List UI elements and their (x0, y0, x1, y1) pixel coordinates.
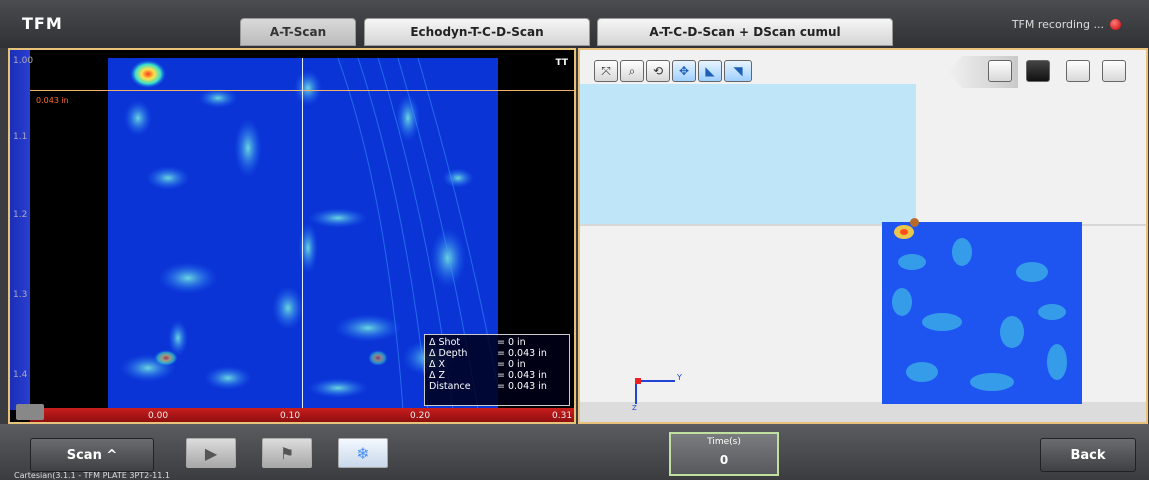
h-ruler-tick: 0.20 (410, 411, 431, 421)
record-button[interactable]: ⚑ (262, 438, 312, 468)
tab-a-t-c-d-scan-dscan-cumul[interactable]: A-T-C-D-Scan + DScan cumul (597, 18, 893, 46)
settings-corner-button[interactable] (16, 404, 44, 420)
vertical-ruler: 1.00 1.1 1.2 1.3 1.4 (10, 50, 34, 410)
file-path: Cartesian(3.1.1 - TFM PLATE 3PT2-11.1 (14, 471, 170, 480)
zoom-icon[interactable]: ⌕ (620, 60, 644, 82)
bottom-bar: Scan ^ ▶ ⚑ ❄ Time(s) 0 Back Cartesian(3.… (0, 424, 1149, 480)
recording-status-text: TFM recording ... (1011, 18, 1104, 31)
play-button[interactable]: ▶ (186, 438, 236, 468)
v-ruler-tick: 1.00 (13, 56, 34, 66)
h-ruler-tick: 0.00 (148, 411, 169, 421)
record-indicator-icon[interactable] (1110, 19, 1121, 30)
measure-row: Δ Depth = 0.043 in (429, 348, 565, 359)
v-ruler-tick: 1.2 (13, 210, 28, 220)
measure-value: = 0.043 in (497, 348, 547, 359)
measure-key: Δ X (429, 359, 446, 370)
view-tag: TT (555, 58, 569, 68)
freeze-button[interactable]: ❄ (338, 438, 388, 468)
measure-value: = 0.043 in (497, 370, 547, 381)
measure-value: = 0.043 in (497, 381, 547, 392)
layout-dark-icon[interactable] (1026, 60, 1050, 82)
time-display: Time(s) 0 (669, 432, 779, 476)
v-ruler-tick: 1.4 (13, 370, 28, 380)
view-side-icon[interactable]: ◣ (698, 60, 722, 82)
measure-row: Distance = 0.043 in (429, 381, 565, 392)
cursor-line-vertical[interactable] (302, 58, 303, 410)
view-top-icon[interactable]: ◥ (724, 60, 752, 82)
fit-icon[interactable]: ⤧ (594, 60, 618, 82)
measure-key: Δ Shot (429, 337, 461, 348)
measure-value: = 0 in (497, 359, 526, 370)
app-title: TFM (22, 14, 63, 33)
c-d-scan-view[interactable]: ⤧ ⌕ ⟲ ✥ ◣ ◥ Y Z (578, 48, 1148, 424)
part-top-region (580, 84, 916, 224)
measure-key: Δ Z (429, 370, 446, 381)
h-ruler-tick: 0.31 (552, 411, 573, 421)
measure-key: Δ Depth (429, 348, 468, 359)
recording-status: TFM recording ... (1012, 18, 1121, 31)
tab-a-t-scan[interactable]: A-T-Scan (240, 18, 356, 46)
measure-row: Δ X = 0 in (429, 359, 565, 370)
top-bar: TFM A-T-Scan Echodyn-T-C-D-Scan A-T-C-D-… (0, 0, 1149, 48)
floor-strip (580, 402, 1146, 422)
measurement-panel: Δ Shot = 0 in Δ Depth = 0.043 in Δ X = 0 in… (424, 334, 570, 406)
gate-line-horizontal[interactable] (30, 90, 574, 91)
tab-echodyn-t-c-d-scan[interactable]: Echodyn-T-C-D-Scan (364, 18, 590, 46)
back-button[interactable]: Back (1040, 438, 1136, 472)
a-scan-view[interactable]: 1.00 1.1 1.2 1.3 1.4 0.043 in TT Δ Shot … (8, 48, 576, 424)
horizontal-ruler: 0.00 0.10 0.20 0.31 (30, 408, 574, 422)
measure-value: = 0 in (497, 337, 526, 348)
pan-icon[interactable]: ✥ (672, 60, 696, 82)
axis-z-label: Z (632, 404, 637, 412)
v-ruler-tick: 1.3 (13, 290, 28, 300)
time-label: Time(s) (707, 437, 741, 447)
layout-quad-icon[interactable] (1102, 60, 1126, 82)
axis-y-line (635, 380, 675, 382)
gate-label: 0.043 in (36, 96, 69, 105)
axis-origin-icon (635, 378, 641, 384)
d-scan-image[interactable] (882, 222, 1082, 404)
time-value: 0 (719, 453, 729, 467)
h-ruler-tick: 0.10 (280, 411, 301, 421)
measure-row: Δ Z = 0.043 in (429, 370, 565, 381)
rotate-icon[interactable]: ⟲ (646, 60, 670, 82)
axis-y-label: Y (677, 373, 682, 382)
measure-key: Distance (429, 381, 471, 392)
layout-single-icon[interactable] (988, 60, 1012, 82)
layout-split-icon[interactable] (1066, 60, 1090, 82)
v-ruler-tick: 1.1 (13, 132, 28, 142)
probe-marker-icon[interactable] (910, 218, 919, 227)
measure-row: Δ Shot = 0 in (429, 337, 565, 348)
scan-menu-button[interactable]: Scan ^ (30, 438, 154, 472)
